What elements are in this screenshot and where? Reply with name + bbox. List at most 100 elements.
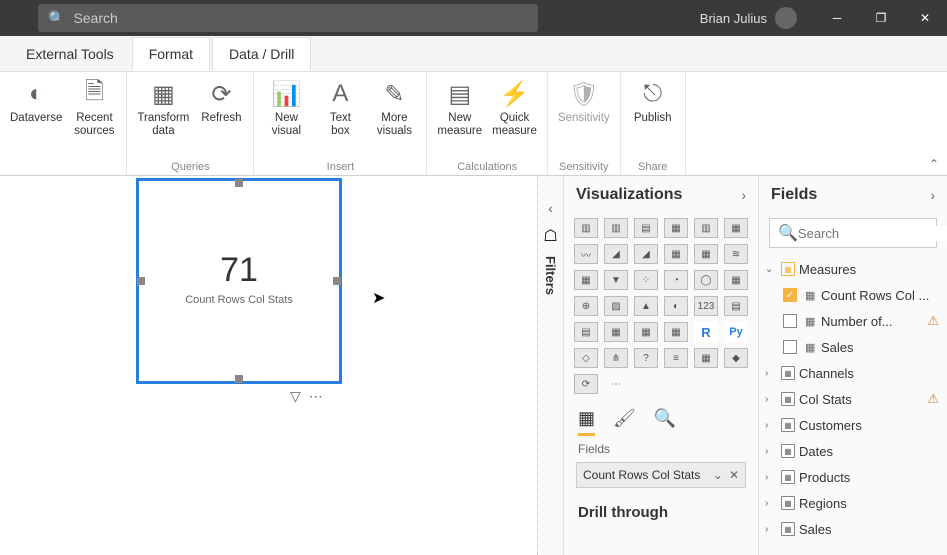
table-icon: ▦ [781, 392, 795, 406]
slicer-icon[interactable]: ▦ [604, 322, 628, 342]
table-row-dates[interactable]: › ▦ Dates [759, 438, 947, 464]
measure-count-rows[interactable]: ✓ ▦ Count Rows Col ... [759, 282, 947, 308]
stacked-bar-icon[interactable]: ▥ [574, 218, 598, 238]
quick-measure-button[interactable]: ⚡ Quick measure [488, 76, 541, 139]
user-name[interactable]: Brian Julius [700, 11, 767, 26]
resize-handle[interactable] [235, 179, 243, 187]
smart-narrative-icon[interactable]: ≡ [664, 348, 688, 368]
measure-sales[interactable]: ▦ Sales [759, 334, 947, 360]
collapse-ribbon-button[interactable]: ⌃ [929, 157, 939, 171]
tab-format[interactable]: Format [132, 37, 210, 71]
python-visual-icon[interactable]: Py [724, 322, 748, 342]
more-visuals-icon[interactable]: ⋯ [604, 374, 628, 394]
multi-row-card-icon[interactable]: ▤ [724, 296, 748, 316]
matrix-icon[interactable]: ▦ [664, 322, 688, 342]
global-search[interactable]: 🔍 Search [38, 4, 538, 32]
table-row-sales[interactable]: › ▦ Sales [759, 516, 947, 542]
azure-map-icon[interactable]: ▲ [634, 296, 658, 316]
close-button[interactable]: ✕ [903, 0, 947, 36]
stacked-area-icon[interactable]: ◢ [634, 244, 658, 264]
paginated-report-icon[interactable]: ▦ [694, 348, 718, 368]
line-clustered-column-icon[interactable]: ▦ [694, 244, 718, 264]
treemap-icon[interactable]: ▦ [724, 270, 748, 290]
gauge-icon[interactable]: ◐ [664, 296, 688, 316]
chevron-down-icon[interactable]: ⌄ [713, 468, 723, 482]
fields-search[interactable]: 🔍 [769, 218, 937, 248]
remove-field-icon[interactable]: ✕ [729, 468, 739, 482]
new-measure-button[interactable]: ▤ New measure [433, 76, 486, 139]
report-canvas[interactable]: 71 Count Rows Col Stats ▽ ⋯ ➤ [0, 176, 538, 555]
publish-button[interactable]: ⎋ Publish [627, 76, 679, 127]
checkbox-checked-icon[interactable]: ✓ [783, 288, 797, 302]
resize-handle[interactable] [137, 277, 145, 285]
more-visuals-button[interactable]: ✎ More visuals [368, 76, 420, 139]
map-icon[interactable]: ⊕ [574, 296, 598, 316]
fields-search-input[interactable] [798, 226, 947, 241]
filters-pane-collapsed[interactable]: ‹ ☖ Filters [538, 176, 564, 555]
decomposition-tree-icon[interactable]: ⋔ [604, 348, 628, 368]
table-row-products[interactable]: › ▦ Products [759, 464, 947, 490]
field-well-value: Count Rows Col Stats [583, 468, 700, 482]
table-row-col-stats[interactable]: › ▦ Col Stats ⚠ [759, 386, 947, 412]
pie-icon[interactable]: ◔ [664, 270, 688, 290]
clustered-bar-icon[interactable]: ▤ [634, 218, 658, 238]
stacked-column-icon[interactable]: ▥ [604, 218, 628, 238]
kpi-icon[interactable]: ▤ [574, 322, 598, 342]
hundred-stacked-bar-icon[interactable]: ▥ [694, 218, 718, 238]
sensitivity-icon: 🛡 [568, 78, 600, 110]
chevron-right-icon[interactable]: › [741, 187, 746, 203]
sensitivity-button[interactable]: 🛡 Sensitivity [554, 76, 614, 127]
resize-handle[interactable] [333, 277, 341, 285]
scatter-icon[interactable]: ⁘ [634, 270, 658, 290]
measure-number-of[interactable]: ▦ Number of... ⚠ [759, 308, 947, 334]
group-insert-label: Insert [327, 161, 355, 175]
dataverse-button[interactable]: ◐ Dataverse [6, 76, 66, 139]
r-visual-icon[interactable]: R [694, 322, 718, 342]
checkbox-icon[interactable] [783, 340, 797, 354]
chevron-right-icon[interactable]: › [930, 187, 935, 203]
filled-map-icon[interactable]: ▨ [604, 296, 628, 316]
waterfall-icon[interactable]: ▦ [574, 270, 598, 290]
area-chart-icon[interactable]: ◢ [604, 244, 628, 264]
field-well[interactable]: Count Rows Col Stats ⌄ ✕ [576, 462, 746, 488]
dataverse-icon: ◐ [20, 78, 52, 110]
recent-sources-icon: 🗎 [78, 78, 110, 110]
build-tab[interactable]: ▦ [578, 408, 595, 436]
card-icon[interactable]: 123 [694, 296, 718, 316]
tab-external-tools[interactable]: External Tools [10, 38, 130, 70]
line-chart-icon[interactable]: 〰 [574, 244, 598, 264]
checkbox-icon[interactable] [783, 314, 797, 328]
refresh-icon: ⟳ [205, 78, 237, 110]
table-row-regions[interactable]: › ▦ Regions [759, 490, 947, 516]
qna-icon[interactable]: ? [634, 348, 658, 368]
format-tab[interactable]: 🖌 [613, 408, 636, 436]
transform-data-button[interactable]: ▦ Transform data [133, 76, 193, 139]
user-avatar-icon[interactable] [775, 7, 797, 29]
more-options-icon[interactable]: ⋯ [309, 388, 323, 405]
table-row-measures[interactable]: ⌄ ▦ Measures [759, 256, 947, 282]
resize-handle[interactable] [235, 375, 243, 383]
filter-icon[interactable]: ▽ [290, 388, 301, 405]
minimize-button[interactable]: ─ [815, 0, 859, 36]
hundred-stacked-column-icon[interactable]: ▦ [724, 218, 748, 238]
refresh-button[interactable]: ⟳ Refresh [195, 76, 247, 139]
funnel-icon[interactable]: ▼ [604, 270, 628, 290]
power-automate-icon[interactable]: ⟳ [574, 374, 598, 394]
recent-sources-button[interactable]: 🗎 Recent sources [68, 76, 120, 139]
key-influencers-icon[interactable]: ◇ [574, 348, 598, 368]
table-icon[interactable]: ▦ [634, 322, 658, 342]
donut-icon[interactable]: ◯ [694, 270, 718, 290]
card-visual[interactable]: 71 Count Rows Col Stats [136, 178, 342, 384]
tab-data-drill[interactable]: Data / Drill [212, 37, 311, 71]
clustered-column-icon[interactable]: ▦ [664, 218, 688, 238]
maximize-button[interactable]: ❐ [859, 0, 903, 36]
chevron-right-icon: › [765, 368, 777, 379]
table-row-channels[interactable]: › ▦ Channels [759, 360, 947, 386]
text-box-button[interactable]: A Text box [314, 76, 366, 139]
line-column-icon[interactable]: ▦ [664, 244, 688, 264]
new-visual-button[interactable]: 📊 New visual [260, 76, 312, 139]
table-row-customers[interactable]: › ▦ Customers [759, 412, 947, 438]
ribbon-chart-icon[interactable]: ≋ [724, 244, 748, 264]
power-apps-icon[interactable]: ◆ [724, 348, 748, 368]
analytics-tab[interactable]: 🔍 [654, 408, 676, 436]
